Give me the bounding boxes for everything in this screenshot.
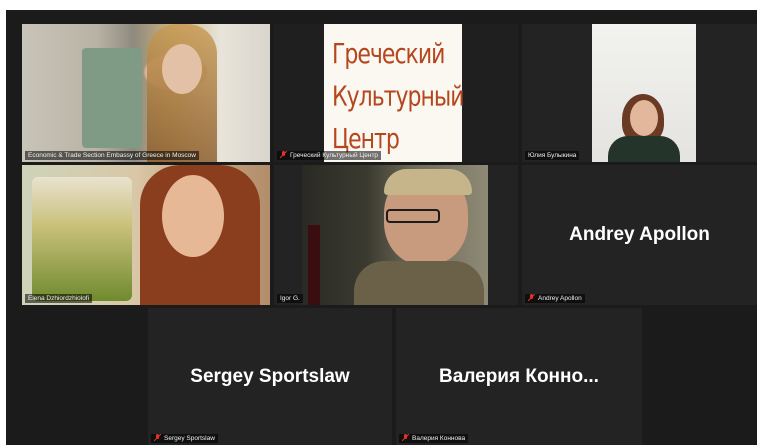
participant-display-name: Andrey Apollon [569, 224, 710, 245]
name-tag: Греческий Культурный Центр [277, 151, 382, 160]
video-feed [22, 165, 270, 305]
mic-muted-icon [154, 434, 161, 441]
participant-tile-yulia[interactable]: Юлия Булыкина [522, 24, 757, 162]
gift-bag [82, 48, 142, 148]
name-tag: Elena Dzhiordzhiolofi [25, 294, 93, 303]
name-tag: Валерия Коннова [399, 434, 469, 443]
participant-tile-sergey[interactable]: Sergey Sportslaw Sergey Sportslaw [148, 308, 392, 445]
mic-muted-icon [402, 434, 409, 441]
video-gallery: Economic & Trade Section Embassy of Gree… [6, 10, 757, 445]
video-feed [22, 24, 270, 162]
mic-muted-icon [528, 294, 535, 301]
participant-display-name: Валерия Конно... [439, 365, 599, 387]
glasses [386, 209, 440, 223]
video-feed [274, 165, 518, 305]
logo-line: Культурный [332, 81, 465, 113]
participant-display-name: Sergey Sportslaw [190, 365, 350, 387]
participant-tile-valeria[interactable]: Валерия Конно... Валерия Коннова [396, 308, 642, 445]
participant-tile-igor[interactable]: Igor G. [274, 165, 518, 305]
person-face [630, 100, 658, 136]
participant-tile-elena[interactable]: Elena Dzhiordzhiolofi [22, 165, 270, 305]
person-face [162, 44, 202, 94]
name-tag: Юлия Булыкина [525, 151, 580, 160]
name-tag: Economic & Trade Section Embassy of Gree… [25, 151, 199, 160]
mic-muted-icon [280, 151, 287, 158]
person-hair [384, 169, 472, 195]
name-tag: Andrey Apollon [525, 294, 585, 303]
person-face [162, 175, 224, 257]
product-package [32, 177, 132, 301]
logo-line: Греческий [332, 39, 445, 71]
participant-tile-embassy[interactable]: Economic & Trade Section Embassy of Gree… [22, 24, 270, 162]
video-feed [522, 24, 757, 162]
wine-bottle [308, 225, 320, 305]
greek-center-logo: Греческий Культурный Центр [324, 24, 465, 162]
participant-tile-center[interactable]: Греческий Культурный Центр Греческий Кул… [274, 24, 518, 162]
name-tag: Igor G. [277, 294, 303, 303]
name-tag: Sergey Sportslaw [151, 434, 218, 443]
participant-tile-andrey[interactable]: Andrey Apollon Andrey Apollon [522, 165, 757, 305]
